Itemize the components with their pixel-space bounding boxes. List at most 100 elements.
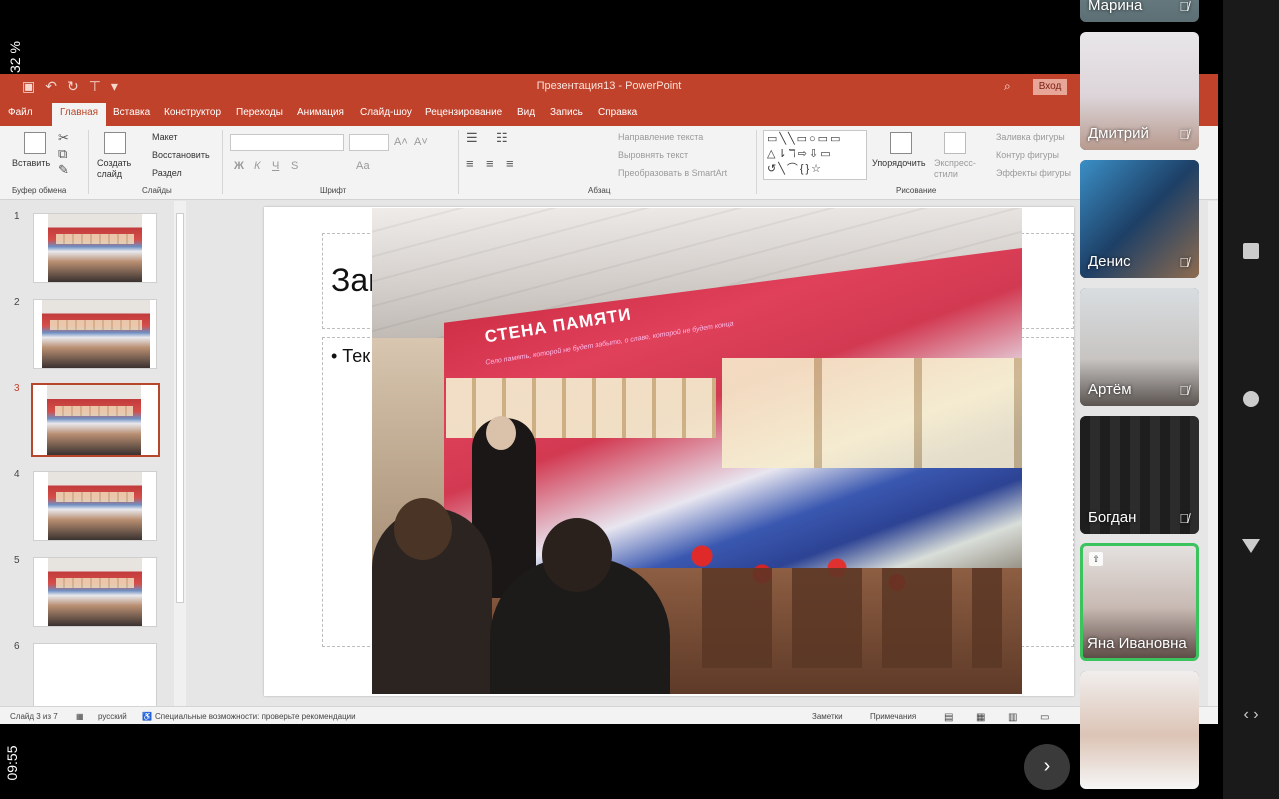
divider <box>88 130 89 194</box>
language[interactable]: русский <box>98 712 127 721</box>
change-case-button[interactable]: Аа <box>356 160 370 172</box>
group-paragraph: Абзац <box>588 186 611 195</box>
group-drawing: Рисование <box>896 186 937 195</box>
editor-scrollbar[interactable] <box>1208 201 1218 706</box>
audience-head <box>394 498 452 560</box>
section-button[interactable]: Раздел <box>152 168 182 178</box>
participant-video <box>1080 671 1199 789</box>
quick-styles-icon[interactable] <box>944 132 966 154</box>
slide-thumbnail-6[interactable] <box>33 643 157 713</box>
comments-button[interactable]: Примечания <box>870 712 916 721</box>
collapse-icon[interactable]: ‹ › <box>1240 704 1262 726</box>
mic-off-icon: 🎙̸ <box>1179 255 1189 270</box>
scroll-handle[interactable] <box>176 213 184 603</box>
reading-view-icon[interactable]: ▥ <box>1008 712 1017 723</box>
next-page-button[interactable]: › <box>1024 744 1070 790</box>
tab-home[interactable]: Главная <box>52 103 107 126</box>
align-center-icon[interactable]: ≡ <box>486 156 494 171</box>
tab-animations[interactable]: Анимация <box>297 107 344 118</box>
participant-tile[interactable]: Артём 🎙̸ <box>1080 288 1199 406</box>
participant-tile[interactable]: Богдан 🎙̸ <box>1080 416 1199 534</box>
grow-font-icon[interactable]: A˄ <box>394 136 408 148</box>
format-painter-icon[interactable]: ✎ <box>58 162 69 178</box>
back-button[interactable] <box>1240 536 1262 558</box>
shapes-gallery[interactable]: ▭╲╲▭○▭▭ △⇂ℸ⇨⇩▭ ↺╲⌒{}☆ <box>763 130 867 180</box>
divider <box>756 130 757 194</box>
participant-tile[interactable]: Марина 🎙̸ <box>1080 0 1199 22</box>
recents-button[interactable] <box>1240 240 1262 262</box>
slide-thumbnail-5[interactable] <box>33 557 157 627</box>
thumbnail-photo <box>47 385 141 455</box>
participant-name: Богдан <box>1088 509 1137 526</box>
thumbnail-scrollbar[interactable] <box>174 201 186 706</box>
tab-view[interactable]: Вид <box>517 107 535 118</box>
tab-file[interactable]: Файл <box>8 107 33 118</box>
divider <box>458 130 459 194</box>
tab-insert[interactable]: Вставка <box>113 107 150 118</box>
new-slide-button[interactable]: Создать слайд <box>97 158 133 180</box>
reset-button[interactable]: Восстановить <box>152 150 210 160</box>
sorter-view-icon[interactable]: ▦ <box>976 712 985 723</box>
memorial-portraits <box>722 358 1022 468</box>
slide-thumbnail-3[interactable] <box>31 383 160 457</box>
tab-design[interactable]: Конструктор <box>164 107 221 118</box>
align-right-icon[interactable]: ≡ <box>506 156 514 171</box>
participant-name: Марина <box>1088 0 1143 14</box>
layout-button[interactable]: Макет <box>152 132 177 142</box>
italic-button[interactable]: К <box>254 160 260 172</box>
shadow-button[interactable]: S <box>291 160 298 172</box>
status-bar: Слайд 3 из 7 ▦ русский ♿ Специальные воз… <box>0 706 1218 724</box>
spellcheck-icon[interactable]: ▦ <box>76 712 84 721</box>
tab-transitions[interactable]: Переходы <box>236 107 283 118</box>
align-left-icon[interactable]: ≡ <box>466 156 474 171</box>
participant-tile[interactable]: Дмитрий 🎙̸ <box>1080 32 1199 150</box>
numbering-icon[interactable]: ☷ <box>496 130 508 146</box>
quick-styles-button[interactable]: Экспресс-стили <box>934 158 978 180</box>
tab-review[interactable]: Рецензирование <box>425 107 502 118</box>
new-slide-icon[interactable] <box>104 132 126 154</box>
shape-effects-button[interactable]: Эффекты фигуры <box>996 168 1071 178</box>
home-button[interactable] <box>1240 388 1262 410</box>
slide-thumbnail-4[interactable] <box>33 471 157 541</box>
accessibility-status[interactable]: Специальные возможности: проверьте реком… <box>155 712 356 721</box>
tab-slideshow[interactable]: Слайд-шоу <box>360 107 412 118</box>
convert-smartart-button[interactable]: Преобразовать в SmartArt <box>618 168 727 178</box>
slide-thumbnail-2[interactable] <box>33 299 157 369</box>
text-direction-button[interactable]: Направление текста <box>618 132 703 142</box>
tab-record[interactable]: Запись <box>550 107 583 118</box>
notes-button[interactable]: Заметки <box>812 712 843 721</box>
participant-name: Денис <box>1088 253 1131 270</box>
login-button[interactable]: Вход <box>1033 79 1067 95</box>
accessibility-icon: ♿ <box>142 712 152 721</box>
underline-button[interactable]: Ч <box>272 160 279 172</box>
shape-fill-button[interactable]: Заливка фигуры <box>996 132 1065 142</box>
copy-icon[interactable]: ⧉ <box>58 146 67 162</box>
arrange-button[interactable]: Упорядочить <box>872 158 926 168</box>
participant-tile[interactable] <box>1080 671 1199 789</box>
align-text-button[interactable]: Выровнять текст <box>618 150 688 160</box>
cut-icon[interactable]: ✂ <box>58 130 69 146</box>
shape-outline-button[interactable]: Контур фигуры <box>996 150 1059 160</box>
font-size-select[interactable] <box>349 134 389 151</box>
paste-button[interactable]: Вставить <box>12 158 50 168</box>
shrink-font-icon[interactable]: A˅ <box>414 136 428 148</box>
tab-help[interactable]: Справка <box>598 107 637 118</box>
arrange-icon[interactable] <box>890 132 912 154</box>
ribbon: Вставить ✂ ⧉ ✎ Буфер обмена Создать слай… <box>0 126 1218 200</box>
slide-thumbnails: 1 2 3 4 5 6 <box>0 201 186 713</box>
font-name-select[interactable] <box>230 134 344 151</box>
ribbon-tabs: Файл Главная Вставка Конструктор Переход… <box>0 100 1218 126</box>
participant-tile-active[interactable]: ⇧ Яна Ивановна <box>1080 543 1199 661</box>
pin-icon[interactable]: ⇧ <box>1089 552 1103 566</box>
bold-button[interactable]: Ж <box>234 160 244 172</box>
slide-thumbnail-1[interactable] <box>33 213 157 283</box>
participant-tile[interactable]: Денис 🎙̸ <box>1080 160 1199 278</box>
search-icon[interactable]: ⌕ <box>1004 79 1011 94</box>
slideshow-view-icon[interactable]: ▭ <box>1040 712 1049 723</box>
slide-photo[interactable]: СТЕНА ПАМЯТИ Село память, которой не буд… <box>372 208 1022 694</box>
android-navigation: ‹ › <box>1223 0 1279 799</box>
bullets-icon[interactable]: ☰ <box>466 130 478 146</box>
normal-view-icon[interactable]: ▤ <box>944 712 953 723</box>
slide-number: 2 <box>14 297 20 308</box>
paste-icon[interactable] <box>24 132 46 154</box>
